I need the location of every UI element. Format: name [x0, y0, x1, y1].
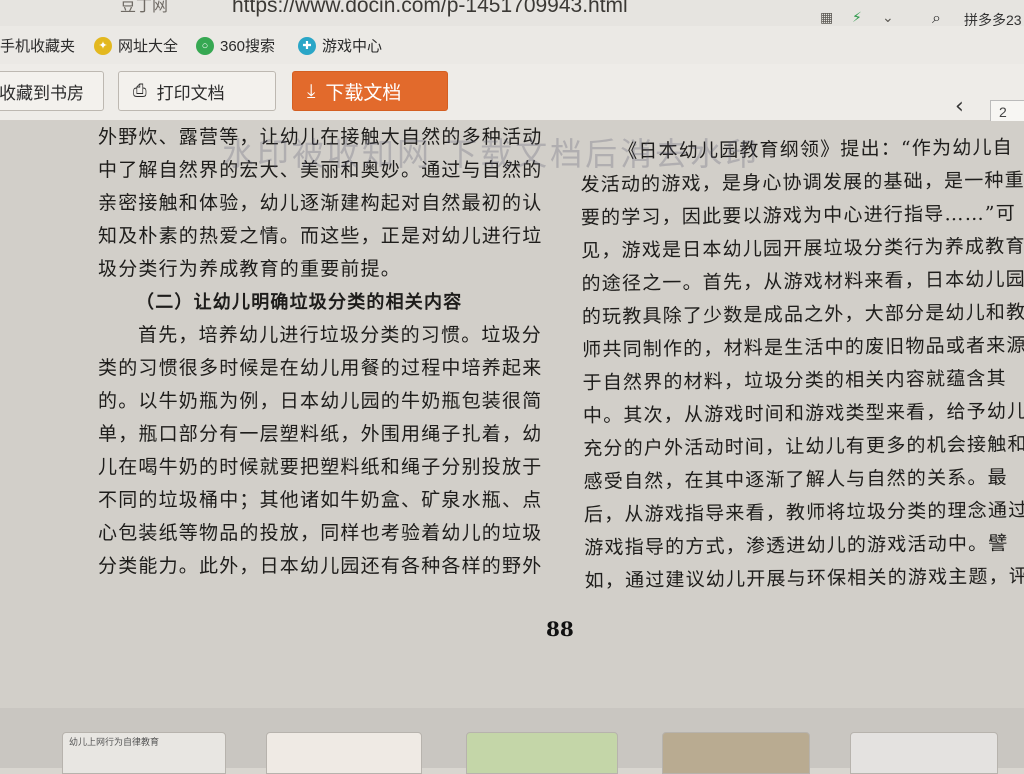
button-label: 收藏到书房 [0, 83, 84, 103]
search-icon[interactable]: ⌕ [932, 8, 941, 26]
page-number: 88 [546, 617, 574, 641]
text-line: 游戏指导的方式，渗透进幼儿的游戏活动中。譬 [584, 532, 1009, 559]
text-line: 如，通过建议幼儿开展与环保相关的游戏主题，评 [584, 565, 1024, 592]
thumbnail-caption: 幼儿上网行为自律教育 [69, 737, 160, 747]
related-docs-strip: 幼儿上网行为自律教育 [0, 708, 1024, 774]
print-button[interactable]: ⎙ 打印文档 [118, 71, 276, 111]
bookmark-label: 游戏中心 [322, 38, 383, 55]
bookmark-url-directory[interactable]: ✦ 网址大全 [94, 35, 178, 56]
save-to-library-button[interactable]: 收藏到书房 [0, 71, 104, 111]
right-column: 《日本幼儿园教育纲领》提出：“作为幼儿自 发活动的游戏，是身心协调发展的基础，是… [580, 131, 1024, 598]
text-line: 不同的垃圾桶中；其他诸如牛奶盒、矿泉水瓶、点 [98, 489, 543, 511]
text-line: 师共同制作的，材料是生活中的废旧物品或者来源 [582, 334, 1024, 361]
bookmark-mobile-favorites[interactable]: 手机收藏夹 [0, 35, 75, 56]
download-icon: ⤓ [307, 80, 316, 102]
printer-icon: ⎙ [133, 81, 147, 101]
text-line: 要的学习，因此要以游戏为中心进行指导……”可 [580, 202, 1017, 229]
text-line: 于自然界的材料，垃圾分类的相关内容就蕴含其 [582, 367, 1007, 394]
site-name: 豆丁网 [120, 0, 169, 15]
search-icon: ○ [196, 36, 214, 55]
bookmark-game-center[interactable]: ✚ 游戏中心 [298, 35, 382, 56]
qr-code-icon[interactable]: ▦ [820, 10, 834, 26]
section-heading: （二）让幼儿明确垃圾分类的相关内容 [136, 292, 463, 313]
download-button[interactable]: ⤓ 下载文档 [292, 71, 448, 111]
url-text[interactable]: https://www.docin.com/p-1451709943.html [232, 0, 628, 18]
tab-pinduoduo[interactable]: 拼多多23 [964, 10, 1022, 26]
button-label: 打印文档 [156, 83, 225, 103]
text-line: 充分的户外活动时间，让幼儿有更多的机会接触和 [583, 433, 1024, 460]
bookmarks-bar: 手机收藏夹 ✦ 网址大全 ○ 360搜索 ✚ 游戏中心 [0, 26, 1024, 65]
text-line: 见，游戏是日本幼儿园开展垃圾分类行为养成教育 [581, 235, 1024, 262]
bookmark-label: 网址大全 [118, 38, 179, 55]
thumbnail-caption [851, 733, 997, 737]
document-toolbar: 收藏到书房 ⎙ 打印文档 ⤓ 下载文档 [0, 64, 1024, 121]
text-line: 首先，培养幼儿进行垃圾分类的习惯。垃圾分 [138, 324, 543, 346]
text-line: 的。以牛奶瓶为例，日本幼儿园的牛奶瓶包装很简 [98, 390, 543, 412]
text-line: 的玩教具除了少数是成品之外，大部分是幼儿和教 [581, 301, 1024, 328]
text-line: 知及朴素的热爱之情。而这些，正是对幼儿进行垃 [98, 225, 543, 247]
bookmark-label: 360搜索 [220, 38, 276, 55]
thumbnail-caption [663, 733, 809, 737]
text-line: 儿在喝牛奶的时候就要把塑料纸和绳子分别投放于 [98, 456, 543, 478]
address-bar[interactable]: 豆丁网 https://www.docin.com/p-1451709943.h… [0, 0, 1024, 27]
button-label: 下载文档 [325, 82, 402, 104]
lightning-icon[interactable]: ⚡ [852, 10, 862, 26]
text-line: 中。其次，从游戏时间和游戏类型来看，给予幼儿 [582, 400, 1024, 427]
thumbnail-caption [267, 733, 421, 737]
chevron-down-icon[interactable]: ⌄ [882, 10, 894, 26]
text-line: 亲密接触和体验，幼儿逐渐建构起对自然最初的认 [98, 192, 543, 214]
text-line: 圾分类行为养成教育的重要前提。 [98, 258, 402, 280]
watermark-text: 水印被收知网 下载文档后消去水印 [222, 135, 761, 173]
text-line: 感受自然，在其中逐渐了解人与自然的关系。最 [583, 466, 1008, 493]
text-line: 类的习惯很多时候是在幼儿用餐的过程中培养起来 [98, 357, 543, 379]
document-page: 外野炊、露营等，让幼儿在接触大自然的多种活动 中了解自然界的宏大、美丽和奥妙。通… [0, 121, 1024, 708]
bookmark-label: 手机收藏夹 [0, 38, 76, 55]
text-line: 心包装纸等物品的投放，同样也考验着幼儿的垃圾 [98, 522, 543, 544]
thumbnail-caption [467, 733, 617, 737]
bookmark-360-search[interactable]: ○ 360搜索 [196, 35, 275, 56]
prev-page-button[interactable]: ‹ [955, 94, 995, 119]
text-line: 单，瓶口部分有一层塑料纸，外围用绳子扎着，幼 [98, 423, 543, 445]
text-line: 分类能力。此外，日本幼儿园还有各种各样的野外 [98, 555, 543, 577]
star-icon: ✦ [94, 36, 112, 55]
text-line: 的途径之一。首先，从游戏材料来看，日本幼儿园 [581, 268, 1024, 295]
text-line: 后，从游戏指导来看，教师将垃圾分类的理念通过 [583, 499, 1024, 526]
left-column: 外野炊、露营等，让幼儿在接触大自然的多种活动 中了解自然界的宏大、美丽和奥妙。通… [98, 121, 558, 583]
gamepad-icon: ✚ [298, 36, 316, 55]
